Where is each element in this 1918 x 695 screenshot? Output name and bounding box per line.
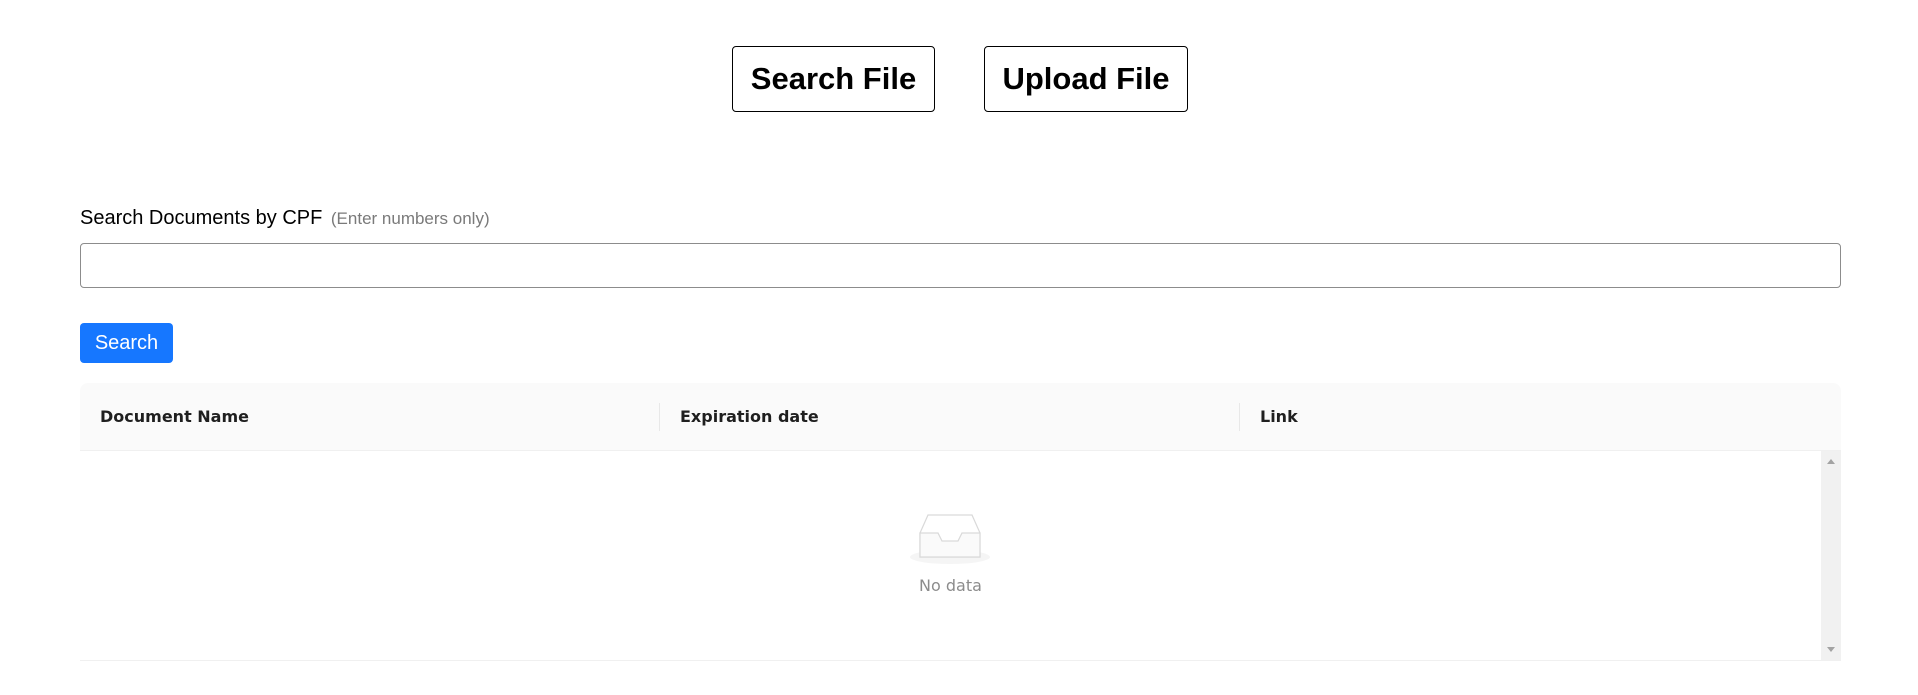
inbox-icon — [910, 514, 990, 564]
table-scrollbar[interactable] — [1821, 451, 1841, 660]
page: Search File Upload File Search Documents… — [0, 0, 1918, 695]
scroll-down-arrow-icon[interactable] — [1827, 647, 1835, 652]
empty-state: No data — [80, 451, 1821, 660]
search-button[interactable]: Search — [80, 323, 173, 363]
cpf-search-input[interactable] — [80, 243, 1841, 288]
top-nav: Search File Upload File — [0, 46, 1918, 114]
table-header: Document Name Expiration date Link — [80, 383, 1841, 451]
search-file-button[interactable]: Search File — [732, 46, 935, 112]
column-header-link: Link — [1260, 407, 1298, 426]
column-header-document-name: Document Name — [100, 407, 249, 426]
search-cpf-label-text: Search Documents by CPF — [80, 207, 323, 229]
empty-state-text: No data — [919, 576, 982, 595]
scroll-up-arrow-icon[interactable] — [1827, 459, 1835, 464]
upload-file-button[interactable]: Upload File — [984, 46, 1188, 112]
table-body: No data — [80, 451, 1841, 661]
documents-table: Document Name Expiration date Link No da… — [80, 383, 1841, 661]
search-cpf-hint: (Enter numbers only) — [330, 209, 490, 228]
column-header-expiration-date: Expiration date — [680, 407, 819, 426]
search-cpf-label: Search Documents by CPF (Enter numbers o… — [80, 207, 490, 230]
